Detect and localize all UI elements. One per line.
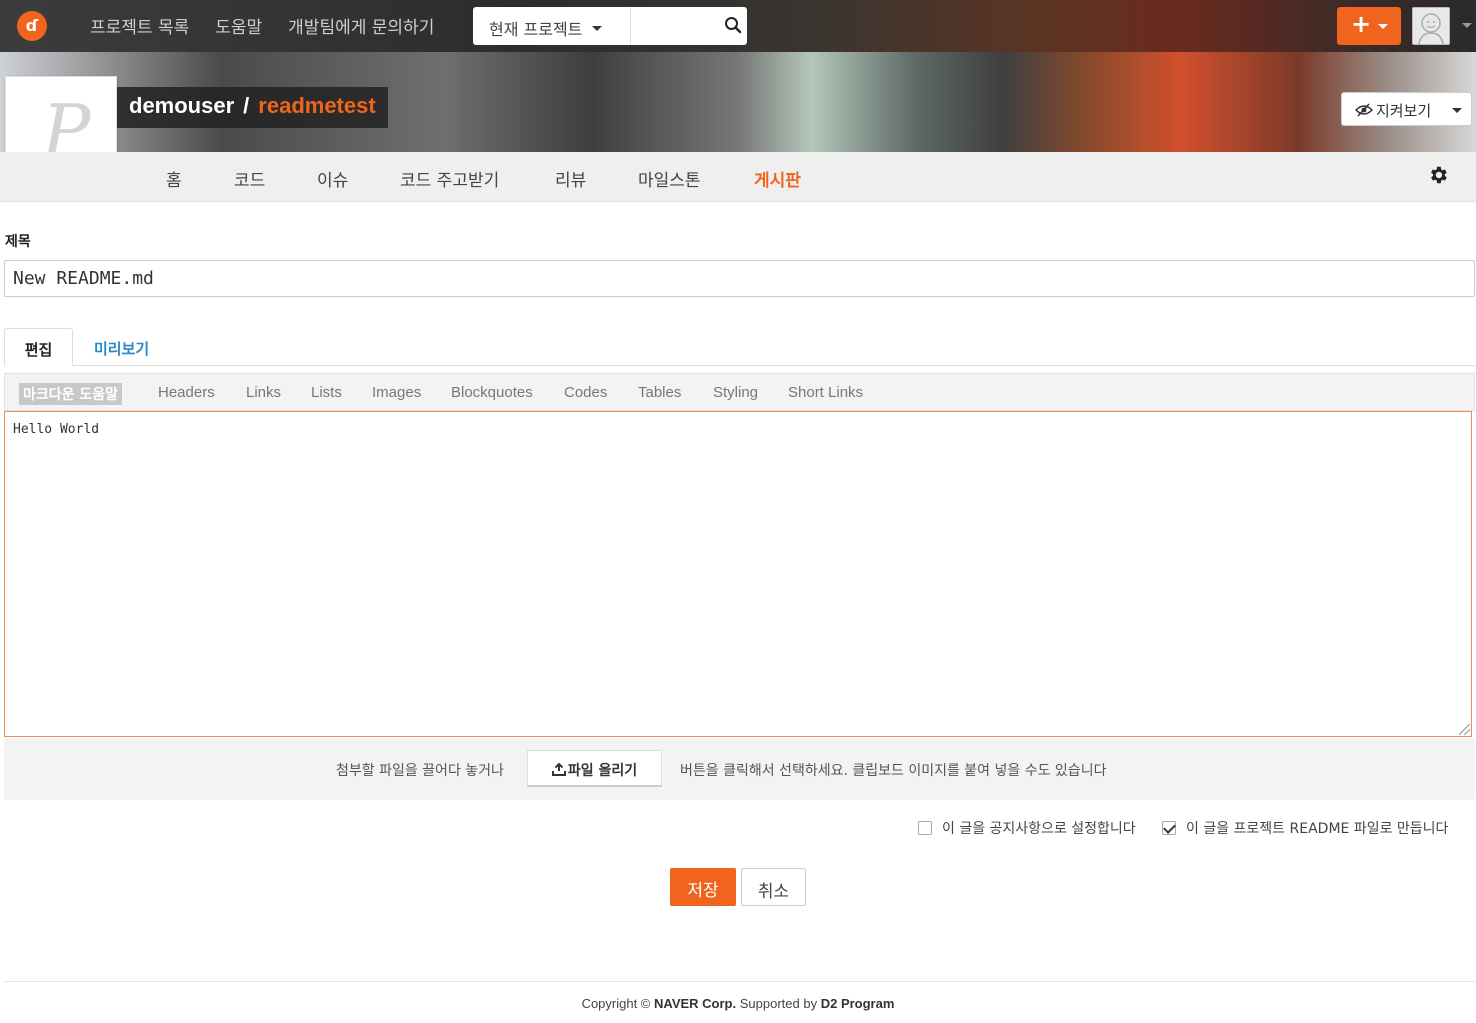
upload-icon	[551, 762, 566, 776]
project-breadcrumb: demouser / readmetest	[117, 87, 388, 128]
tab-code[interactable]: 코드	[234, 166, 265, 191]
top-nav: 프로젝트 목록 도움말 개발팀에게 문의하기	[90, 13, 434, 38]
save-button[interactable]: 저장	[670, 868, 736, 906]
search-scope-dropdown[interactable]: 현재 프로젝트	[473, 7, 631, 45]
app-logo-icon[interactable]: ɗ	[17, 11, 47, 41]
readme-option[interactable]: 이 글을 프로젝트 README 파일로 만듭니다	[1162, 818, 1448, 838]
readme-checkbox[interactable]	[1162, 821, 1176, 835]
tab-milestones[interactable]: 마일스톤	[638, 166, 701, 191]
project-owner-link[interactable]: demouser	[129, 93, 234, 118]
markdown-help-badge[interactable]: 마크다운 도움말	[19, 383, 123, 405]
notice-option-label: 이 글을 공지사항으로 설정합니다	[942, 821, 1136, 837]
user-menu-chevron-icon[interactable]	[1462, 23, 1472, 33]
footer-company-link[interactable]: NAVER Corp.	[654, 996, 736, 1011]
footer-supported: Supported by	[739, 996, 818, 1011]
tab-edit[interactable]: 편집	[4, 328, 73, 366]
body-editor[interactable]: Hello World	[4, 411, 1472, 737]
nav-contact-dev-link[interactable]: 개발팀에게 문의하기	[288, 13, 434, 38]
search-icon[interactable]	[724, 16, 742, 34]
nav-help-link[interactable]: 도움말	[215, 13, 262, 38]
help-link-codes[interactable]: Codes	[564, 384, 607, 401]
readme-option-label: 이 글을 프로젝트 README 파일로 만듭니다	[1186, 821, 1449, 837]
file-upload-area[interactable]: 첨부할 파일을 끌어다 놓거나 파일 올리기 버튼을 클릭해서 선택하세요. 클…	[4, 738, 1475, 800]
help-link-images[interactable]: Images	[372, 384, 421, 401]
help-link-blockquotes[interactable]: Blockquotes	[451, 384, 533, 401]
nav-project-list-link[interactable]: 프로젝트 목록	[90, 13, 189, 38]
help-link-tables[interactable]: Tables	[638, 384, 681, 401]
tab-issues[interactable]: 이슈	[317, 166, 348, 191]
upload-file-button[interactable]: 파일 올리기	[527, 750, 662, 787]
tab-home[interactable]: 홈	[166, 166, 182, 191]
eye-slash-icon	[1354, 103, 1374, 117]
project-name-link[interactable]: readmetest	[258, 93, 375, 118]
new-item-button[interactable]: +	[1337, 7, 1401, 45]
watch-label: 지켜보기	[1376, 102, 1432, 120]
tab-review[interactable]: 리뷰	[555, 166, 586, 191]
tab-pull-requests[interactable]: 코드 주고받기	[400, 166, 499, 191]
help-link-styling[interactable]: Styling	[713, 384, 758, 401]
upload-hint-after: 버튼을 클릭해서 선택하세요. 클립보드 이미지를 붙여 넣을 수도 있습니다	[680, 763, 1107, 779]
help-link-short-links[interactable]: Short Links	[788, 384, 863, 401]
upload-button-label: 파일 올리기	[567, 763, 638, 779]
notice-checkbox[interactable]	[918, 821, 932, 835]
user-silhouette-icon	[1418, 13, 1444, 45]
help-link-headers[interactable]: Headers	[158, 384, 215, 401]
title-label: 제목	[5, 234, 31, 250]
breadcrumb-separator: /	[243, 93, 250, 118]
search-scope-label: 현재 프로젝트	[489, 20, 583, 39]
project-menu: 홈 코드 이슈 코드 주고받기 리뷰 마일스톤 게시판	[0, 152, 1476, 210]
footer-program-link[interactable]: D2 Program	[821, 996, 895, 1011]
tab-board[interactable]: 게시판	[754, 166, 801, 191]
footer: Copyright © NAVER Corp. Supported by D2 …	[0, 996, 1476, 1011]
cancel-button[interactable]: 취소	[741, 868, 806, 906]
footer-divider	[4, 981, 1475, 982]
gear-icon[interactable]	[1427, 164, 1449, 186]
footer-copyright: Copyright ©	[581, 996, 651, 1011]
chevron-down-icon	[1452, 108, 1462, 118]
tab-preview[interactable]: 미리보기	[94, 328, 149, 366]
notice-option[interactable]: 이 글을 공지사항으로 설정합니다	[918, 818, 1136, 838]
active-tab-indicator	[773, 194, 789, 210]
chevron-down-icon	[1378, 24, 1388, 34]
help-link-links[interactable]: Links	[246, 384, 281, 401]
upload-hint-before: 첨부할 파일을 끌어다 놓거나	[336, 763, 504, 779]
resize-handle-icon[interactable]	[1459, 724, 1470, 735]
chevron-down-icon	[592, 26, 603, 36]
editor-tabs: 편집 미리보기	[4, 328, 1475, 366]
title-input[interactable]	[4, 260, 1475, 297]
help-link-lists[interactable]: Lists	[311, 384, 342, 401]
user-avatar[interactable]	[1412, 7, 1450, 45]
watch-button[interactable]: 지켜보기	[1341, 92, 1472, 126]
plus-icon: +	[1351, 10, 1372, 38]
markdown-help-bar: 마크다운 도움말 Headers Links Lists Images Bloc…	[4, 373, 1475, 411]
